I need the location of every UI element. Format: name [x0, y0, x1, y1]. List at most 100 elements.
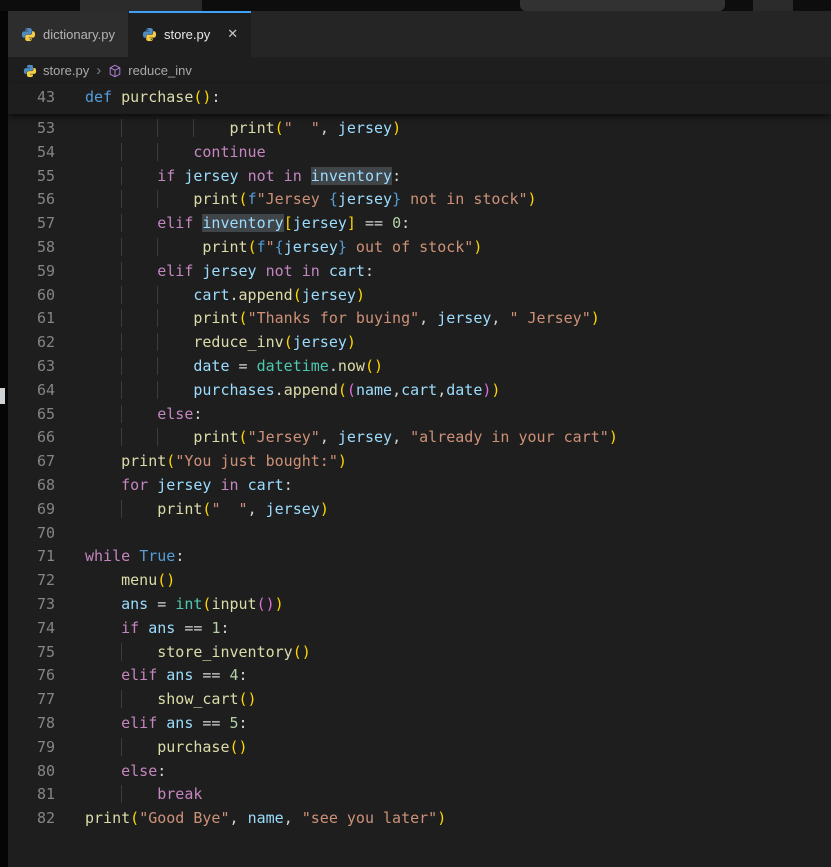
line-number[interactable]: 53: [8, 117, 55, 141]
line-number[interactable]: 67: [8, 450, 55, 474]
line-number[interactable]: 60: [8, 284, 55, 308]
line-number[interactable]: 72: [8, 569, 55, 593]
tab-store-py[interactable]: store.py ✕: [129, 11, 251, 57]
code-line[interactable]: 69 print(" ", jersey): [8, 498, 831, 522]
line-number[interactable]: 57: [8, 212, 55, 236]
token: jersey: [184, 167, 247, 185]
close-icon[interactable]: ✕: [227, 26, 238, 42]
token: not in: [248, 167, 311, 185]
code-line[interactable]: 57 elif inventory[jersey] == 0:: [8, 212, 831, 236]
code-line[interactable]: 64 purchases.append((name,cart,date)): [8, 379, 831, 403]
code-line[interactable]: 56 print(f"Jersey {jersey} not in stock"…: [8, 188, 831, 212]
line-number[interactable]: 75: [8, 641, 55, 665]
line-number[interactable]: 74: [8, 617, 55, 641]
line-number[interactable]: 77: [8, 688, 55, 712]
token: show_cart: [157, 690, 238, 708]
code-line[interactable]: 77 show_cart(): [8, 688, 831, 712]
token: ,: [437, 381, 446, 399]
token: purchase: [121, 88, 193, 106]
token: else: [157, 405, 193, 423]
breadcrumb-symbol[interactable]: reduce_inv: [128, 63, 192, 78]
code-line[interactable]: 79 purchase(): [8, 736, 831, 760]
breadcrumb: store.py › reduce_inv: [8, 57, 831, 84]
token: not in stock": [401, 190, 527, 208]
token: jersey: [266, 500, 320, 518]
code-line[interactable]: 62 reduce_inv(jersey): [8, 331, 831, 355]
code-line[interactable]: 73 ans = int(input()): [8, 593, 831, 617]
code-line[interactable]: 55 if jersey not in inventory:: [8, 165, 831, 189]
line-number[interactable]: 79: [8, 736, 55, 760]
code-line[interactable]: 76 elif ans == 4:: [8, 664, 831, 688]
code-line[interactable]: 60 cart.append(jersey): [8, 284, 831, 308]
code-text: purchases.append((name,cart,date)): [85, 379, 500, 403]
token: int: [175, 595, 202, 613]
line-number[interactable]: 63: [8, 355, 55, 379]
code-line[interactable]: 78 elif ans == 5:: [8, 712, 831, 736]
token: ,: [320, 428, 338, 446]
code-text: if ans == 1:: [85, 617, 230, 641]
code-line[interactable]: 53 print(" ", jersey): [8, 117, 831, 141]
code-line[interactable]: 61 print("Thanks for buying", jersey, " …: [8, 307, 831, 331]
line-number[interactable]: 56: [8, 188, 55, 212]
line-number[interactable]: 73: [8, 593, 55, 617]
code-line[interactable]: 59 elif jersey not in cart:: [8, 260, 831, 284]
token: if: [121, 619, 148, 637]
line-number[interactable]: 59: [8, 260, 55, 284]
line-number[interactable]: 76: [8, 664, 55, 688]
line-number[interactable]: 54: [8, 141, 55, 165]
line-number[interactable]: 69: [8, 498, 55, 522]
code-text: elif inventory[jersey] == 0:: [85, 212, 410, 236]
sticky-scroll[interactable]: 43 def purchase():: [8, 84, 831, 114]
code-text: if jersey not in inventory:: [85, 165, 401, 189]
token: " ": [284, 119, 320, 137]
line-number[interactable]: 58: [8, 236, 55, 260]
line-number[interactable]: 66: [8, 426, 55, 450]
code-line[interactable]: 74 if ans == 1:: [8, 617, 831, 641]
sticky-line[interactable]: 43 def purchase():: [8, 86, 831, 110]
token: :: [193, 405, 202, 423]
line-number[interactable]: 80: [8, 760, 55, 784]
line-number[interactable]: 71: [8, 545, 55, 569]
code-line[interactable]: 58 print(f"{jersey} out of stock"): [8, 236, 831, 260]
code-line[interactable]: 65 else:: [8, 403, 831, 427]
token: (): [239, 690, 257, 708]
code-line[interactable]: 71while True:: [8, 545, 831, 569]
line-number[interactable]: 81: [8, 783, 55, 807]
code-line[interactable]: 82print("Good Bye", name, "see you later…: [8, 807, 831, 831]
token: ]: [347, 214, 356, 232]
python-file-icon: [23, 64, 37, 78]
tab-dictionary-py[interactable]: dictionary.py: [8, 11, 129, 57]
token: print: [193, 309, 238, 327]
code-line[interactable]: 81 break: [8, 783, 831, 807]
line-number[interactable]: 78: [8, 712, 55, 736]
token: elif: [157, 214, 202, 232]
code-line[interactable]: 66 print("Jersey", jersey, "already in y…: [8, 426, 831, 450]
code-line[interactable]: 80 else:: [8, 760, 831, 784]
code-line[interactable]: 68 for jersey in cart:: [8, 474, 831, 498]
token: ): [491, 381, 500, 399]
code-line[interactable]: 54 continue: [8, 141, 831, 165]
line-number[interactable]: 64: [8, 379, 55, 403]
tab-bar: dictionary.py store.py ✕: [8, 11, 831, 57]
line-number[interactable]: 68: [8, 474, 55, 498]
line-number[interactable]: 65: [8, 403, 55, 427]
line-number[interactable]: 43: [8, 86, 55, 110]
token: ): [528, 190, 537, 208]
code-line[interactable]: 63 date = datetime.now(): [8, 355, 831, 379]
line-number[interactable]: 82: [8, 807, 55, 831]
code-line[interactable]: 67 print("You just bought:"): [8, 450, 831, 474]
breadcrumb-file[interactable]: store.py: [43, 63, 89, 78]
code-line[interactable]: 70: [8, 522, 831, 546]
line-number[interactable]: 61: [8, 307, 55, 331]
line-number[interactable]: 70: [8, 522, 55, 546]
code-area[interactable]: 53 print(" ", jersey)54 continue55 if je…: [8, 114, 831, 831]
python-file-icon: [142, 27, 157, 42]
token: {: [329, 190, 338, 208]
code-text: break: [85, 783, 202, 807]
code-line[interactable]: 72 menu(): [8, 569, 831, 593]
line-number[interactable]: 55: [8, 165, 55, 189]
line-number[interactable]: 62: [8, 331, 55, 355]
token: append: [239, 286, 293, 304]
code-line[interactable]: 75 store_inventory(): [8, 641, 831, 665]
code-text: ans = int(input()): [85, 593, 284, 617]
